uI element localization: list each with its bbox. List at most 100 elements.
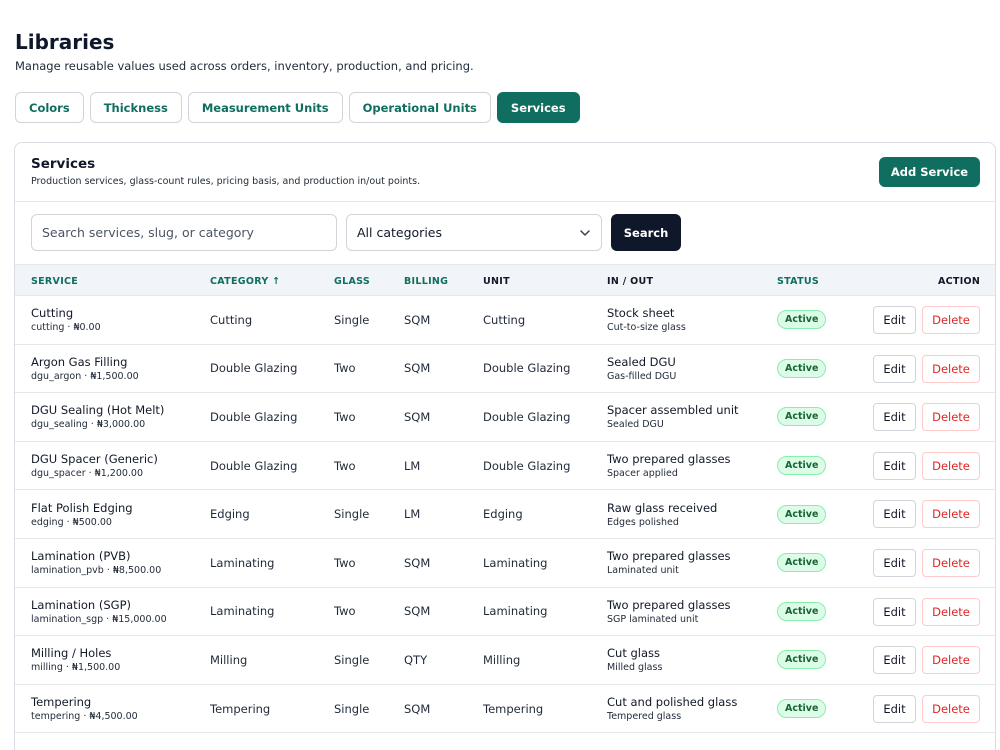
column-header-glass[interactable]: GLASS xyxy=(334,265,370,297)
service-cell: Cutting cutting · ₦0.00 xyxy=(31,296,101,344)
status-cell: Active xyxy=(777,636,827,684)
edit-button[interactable]: Edit xyxy=(873,597,916,626)
unit-cell: Laminating xyxy=(483,604,548,619)
status-cell: Active xyxy=(777,296,827,344)
category-cell: Double Glazing xyxy=(210,361,298,376)
out-point: Cut-to-size glass xyxy=(607,322,686,334)
out-point: Spacer applied xyxy=(607,468,678,480)
service-name: Tempering xyxy=(31,695,92,710)
billing-cell: SQM xyxy=(404,312,431,327)
search-button[interactable]: Search xyxy=(611,214,681,251)
table-header: SERVICE CATEGORY ↑ GLASS BILLING UNIT IN… xyxy=(15,264,995,296)
service-cell: Milling / Holes milling · ₦1,500.00 xyxy=(31,636,120,684)
status-badge: Active xyxy=(777,407,827,427)
category-cell: Double Glazing xyxy=(210,409,298,424)
category-cell: Laminating xyxy=(210,555,275,570)
status-badge: Active xyxy=(777,699,827,719)
delete-button[interactable]: Delete xyxy=(922,646,980,675)
glass-cell: Two xyxy=(334,409,356,424)
unit-cell: Double Glazing xyxy=(483,361,571,376)
inout-cell: Raw glass received Edges polished xyxy=(607,490,717,538)
delete-button[interactable]: Delete xyxy=(922,694,980,723)
out-point: Tempered glass xyxy=(607,711,682,723)
status-cell: Active xyxy=(777,490,827,538)
status-cell: Active xyxy=(777,539,827,587)
edit-button[interactable]: Edit xyxy=(873,548,916,577)
column-header-action: ACTION xyxy=(938,275,981,287)
table-row: Cutting cutting · ₦0.00 Cutting Single S… xyxy=(15,296,995,345)
delete-button[interactable]: Delete xyxy=(922,451,980,480)
glass-cell: Two xyxy=(334,604,356,619)
delete-button[interactable]: Delete xyxy=(922,500,980,529)
out-point: Laminated unit xyxy=(607,565,679,577)
in-point: Two prepared glasses xyxy=(607,597,731,612)
delete-button[interactable]: Delete xyxy=(922,597,980,626)
service-cell: DGU Sealing (Hot Melt) dgu_sealing · ₦3,… xyxy=(31,393,164,441)
category-cell: Milling xyxy=(210,652,248,667)
status-badge: Active xyxy=(777,650,827,670)
edit-button[interactable]: Edit xyxy=(873,451,916,480)
service-cell: Lamination (PVB) lamination_pvb · ₦8,500… xyxy=(31,539,161,587)
edit-button[interactable]: Edit xyxy=(873,500,916,529)
delete-button[interactable]: Delete xyxy=(922,354,980,383)
divider xyxy=(15,201,995,202)
delete-button[interactable]: Delete xyxy=(922,403,980,432)
in-point: Two prepared glasses xyxy=(607,452,731,467)
category-cell: Laminating xyxy=(210,604,275,619)
status-badge: Active xyxy=(777,456,827,476)
out-point: SGP laminated unit xyxy=(607,613,699,625)
tab-services[interactable]: Services xyxy=(496,92,580,123)
table-row: Tempering tempering · ₦4,500.00 Temperin… xyxy=(15,685,995,734)
library-tabs: Colors Thickness Measurement Units Opera… xyxy=(15,92,580,123)
inout-cell: Two prepared glasses SGP laminated unit xyxy=(607,588,731,636)
out-point: Milled glass xyxy=(607,662,663,674)
column-header-billing[interactable]: BILLING xyxy=(404,265,448,297)
out-point: Gas-filled DGU xyxy=(607,370,677,382)
status-badge: Active xyxy=(777,358,827,378)
services-card: Services Production services, glass-coun… xyxy=(14,142,996,750)
tab-operational-units[interactable]: Operational Units xyxy=(348,92,491,123)
tab-colors[interactable]: Colors xyxy=(15,92,84,123)
service-cell: Flat Polish Edging edging · ₦500.00 xyxy=(31,490,133,538)
glass-cell: Single xyxy=(334,507,370,522)
add-service-button[interactable]: Add Service xyxy=(879,157,980,187)
unit-cell: Edging xyxy=(483,507,523,522)
column-header-category[interactable]: CATEGORY ↑ xyxy=(210,265,280,297)
card-description: Production services, glass-count rules, … xyxy=(31,176,421,187)
service-cell: Lamination (SGP) lamination_sgp · ₦15,00… xyxy=(31,588,167,636)
billing-cell: LM xyxy=(404,507,421,522)
in-point: Raw glass received xyxy=(607,500,718,515)
billing-cell: LM xyxy=(404,458,421,473)
inout-cell: Two prepared glasses Spacer applied xyxy=(607,442,731,490)
service-name: Flat Polish Edging xyxy=(31,500,133,515)
glass-cell: Single xyxy=(334,701,370,716)
billing-cell: SQM xyxy=(404,409,431,424)
category-select[interactable]: All categories xyxy=(346,214,602,251)
edit-button[interactable]: Edit xyxy=(873,354,916,383)
inout-cell: Two prepared glasses Laminated unit xyxy=(607,539,731,587)
inout-cell: Stock sheet Cut-to-size glass xyxy=(607,296,686,344)
edit-button[interactable]: Edit xyxy=(873,694,916,723)
edit-button[interactable]: Edit xyxy=(873,306,916,334)
column-header-status[interactable]: STATUS xyxy=(777,265,819,297)
unit-cell: Tempering xyxy=(483,701,544,716)
billing-cell: SQM xyxy=(404,701,431,716)
in-point: Sealed DGU xyxy=(607,354,676,369)
edit-button[interactable]: Edit xyxy=(873,403,916,432)
tab-thickness[interactable]: Thickness xyxy=(89,92,182,123)
delete-button[interactable]: Delete xyxy=(922,548,980,577)
service-cell: DGU Spacer (Generic) dgu_spacer · ₦1,200… xyxy=(31,442,158,490)
delete-button[interactable]: Delete xyxy=(922,306,980,334)
billing-cell: SQM xyxy=(404,555,431,570)
column-header-service[interactable]: SERVICE xyxy=(31,265,78,297)
out-point: Sealed DGU xyxy=(607,419,664,431)
unit-cell: Milling xyxy=(483,652,521,667)
service-name: DGU Spacer (Generic) xyxy=(31,452,158,467)
in-point: Stock sheet xyxy=(607,306,675,321)
service-name: Lamination (SGP) xyxy=(31,597,131,612)
column-header-unit: UNIT xyxy=(483,275,510,287)
tab-measurement-units[interactable]: Measurement Units xyxy=(187,92,343,123)
status-cell: Active xyxy=(777,442,827,490)
edit-button[interactable]: Edit xyxy=(873,646,916,675)
search-input[interactable] xyxy=(31,214,337,251)
